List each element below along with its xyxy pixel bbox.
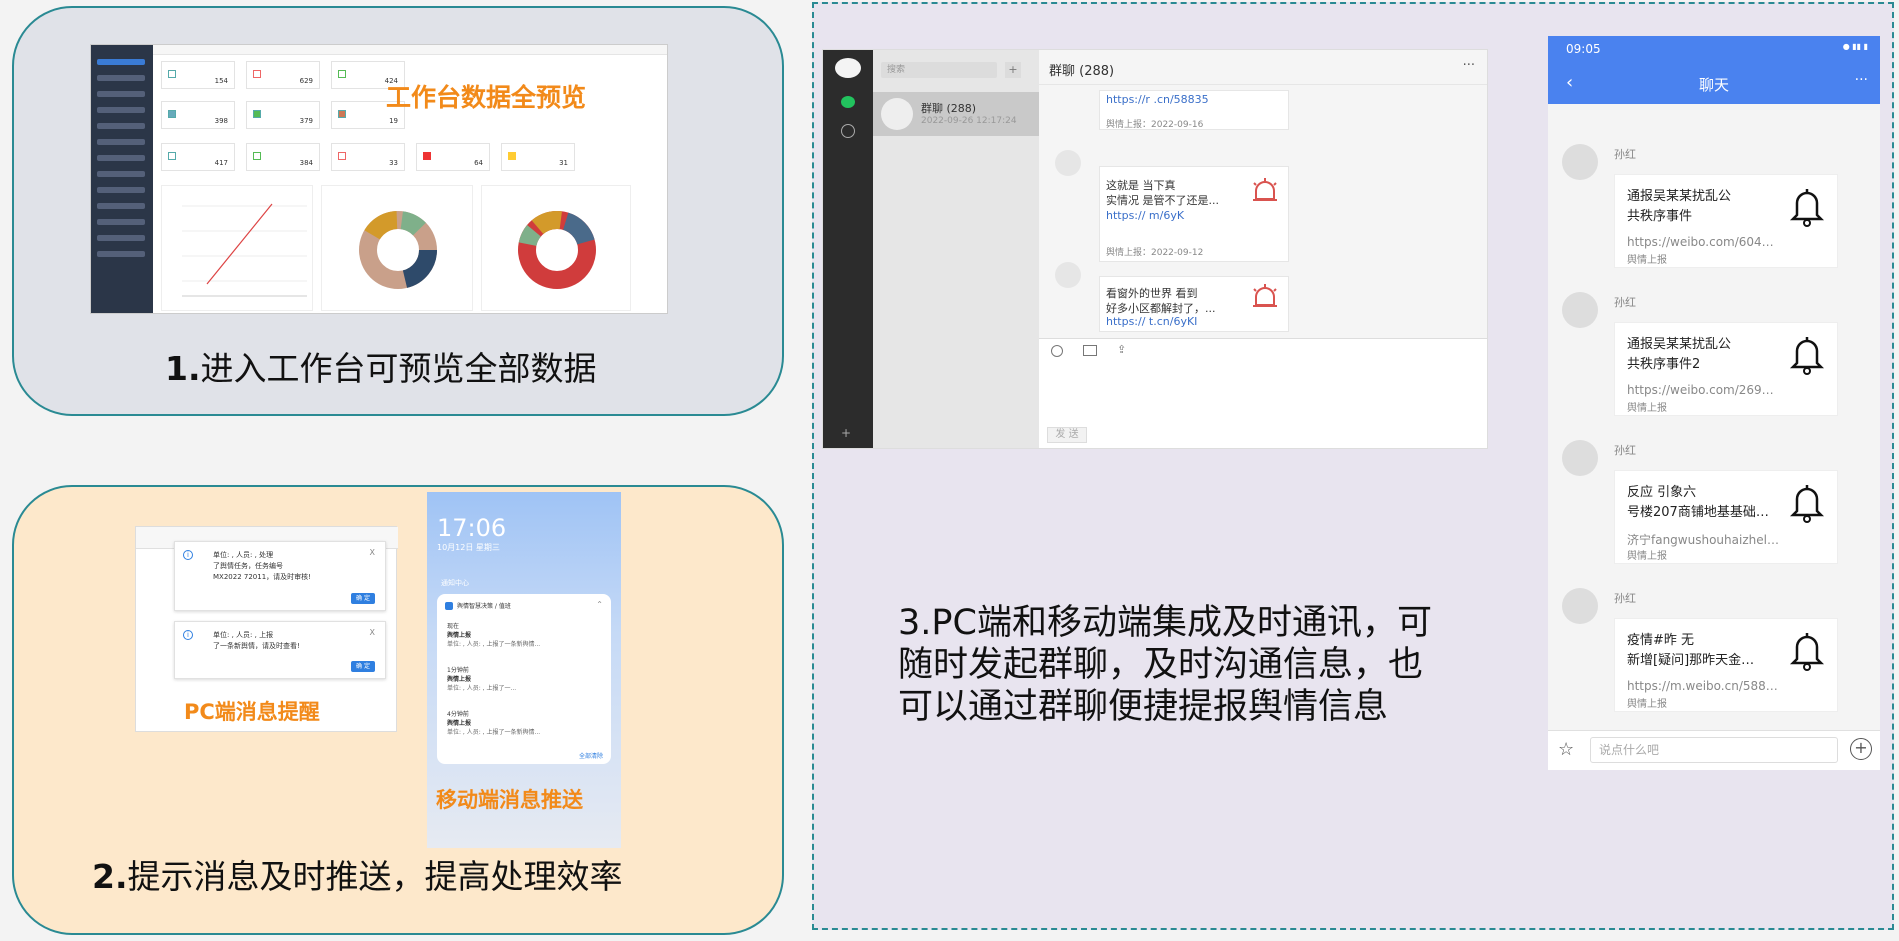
mobile-input-bar: ☆ 说点什么吧 +: [1548, 730, 1880, 770]
pc-label: PC端消息提醒: [184, 700, 320, 724]
bell-icon: [1789, 337, 1825, 375]
donut-chart-thumb: [321, 185, 473, 311]
mobile-chat-screenshot: 09:05 ● ▮▮ ▮ ‹ 聊天 ··· 孙红 通报吴某某扰乱公 共秩序事件 …: [1548, 36, 1880, 770]
contacts-icon[interactable]: [841, 124, 855, 138]
message-input-area[interactable]: ⇪ 发 送: [1039, 338, 1487, 448]
close-icon[interactable]: X: [370, 628, 375, 637]
mobile-label: 移动端消息推送: [436, 788, 583, 812]
plus-icon[interactable]: +: [1850, 738, 1872, 760]
mobile-notification-group[interactable]: 舆情智慧决策 / 值班 ⌃ 现在 舆情上报 单位: , 人员: , 上报了一条新…: [437, 594, 611, 764]
avatar: [881, 98, 913, 130]
avatar: [835, 58, 861, 78]
avatar: [1562, 440, 1598, 476]
info-icon: i: [183, 630, 193, 640]
pc-notification: i 单位: , 人员: , 上报 了一条新舆情，请及时查看! X 确 定: [174, 621, 386, 679]
chat-icon[interactable]: [841, 96, 855, 108]
clear-all-link[interactable]: 全部清除: [579, 751, 603, 760]
chevron-up-icon[interactable]: ⌃: [596, 600, 603, 609]
star-icon[interactable]: ☆: [1558, 739, 1574, 760]
confirm-button[interactable]: 确 定: [351, 661, 375, 672]
bell-icon: [1789, 189, 1825, 227]
avatar: [1562, 292, 1598, 328]
stat-value: 629: [299, 77, 313, 85]
alarm-icon: [1253, 284, 1277, 307]
chat-message[interactable]: 孙红 通报吴某某扰乱公 共秩序事件2 https://weibo.com/269…: [1548, 288, 1880, 428]
bell-icon: [1789, 633, 1825, 671]
plus-icon[interactable]: +: [841, 426, 851, 440]
chat-message[interactable]: 看窗外的世界 看到 好多小区都解封了，... https:// t.cn/6yK…: [1099, 276, 1289, 332]
chat-message[interactable]: 孙红 通报吴某某扰乱公 共秩序事件 https://weibo.com/604……: [1548, 140, 1880, 280]
status-icons: ● ▮▮ ▮: [1842, 42, 1868, 51]
chat-message[interactable]: 这就是 当下真 实情况 是管不了还是... https:// m/6yK 舆情上…: [1099, 166, 1289, 262]
pc-chat-screenshot: + 搜索 + 群聊 (288) 2022-09-26 12:17:24 群聊 (…: [822, 49, 1488, 449]
pc-chat-main: 群聊 (288) ··· https://r .cn/58835 舆情上报：20…: [1039, 50, 1487, 448]
send-button[interactable]: 发 送: [1047, 427, 1087, 443]
chat-list-item[interactable]: 群聊 (288) 2022-09-26 12:17:24: [873, 92, 1039, 136]
chat-title: 群聊 (288): [1049, 64, 1115, 79]
stat-value: 19: [389, 117, 398, 125]
more-icon[interactable]: ···: [1463, 58, 1475, 73]
stat-value: 398: [214, 117, 228, 125]
avatar: [1562, 588, 1598, 624]
close-icon[interactable]: X: [370, 548, 375, 557]
alarm-icon: [1253, 178, 1277, 201]
app-icon: [445, 602, 453, 610]
avatar: [1562, 144, 1598, 180]
line-chart-thumb: [161, 185, 313, 311]
stat-value: 64: [474, 159, 483, 167]
overlay-title: 工作台数据全预览: [386, 83, 587, 112]
image-icon[interactable]: [1083, 345, 1097, 356]
stat-value: 417: [214, 159, 228, 167]
panel3-caption: 3.PC端和移动端集成及时通讯，可 随时发起群聊，及时沟通信息，也 可以通过群聊…: [898, 603, 1432, 727]
mobile-header: 09:05 ● ▮▮ ▮ ‹ 聊天 ···: [1548, 36, 1880, 104]
dashboard-sidebar: [91, 45, 153, 313]
bell-icon: [1789, 485, 1825, 523]
pc-chat-list: 搜索 + 群聊 (288) 2022-09-26 12:17:24: [873, 50, 1039, 448]
stat-value: 31: [559, 159, 568, 167]
chat-message[interactable]: 孙红 疫情#昨 无 新增[疑问]那昨天金… https://m.weibo.cn…: [1548, 584, 1880, 724]
message-input[interactable]: 说点什么吧: [1590, 737, 1838, 763]
pc-notification: i 单位: , 人员: , 处理 了舆情任务，任务编号 MX2022 72011…: [174, 541, 386, 611]
donut-chart-thumb: [481, 185, 631, 311]
stat-value: 379: [299, 117, 313, 125]
avatar: [1055, 150, 1081, 176]
stat-value: 154: [214, 77, 228, 85]
stat-value: 33: [389, 159, 398, 167]
add-button[interactable]: +: [1005, 62, 1021, 78]
more-icon[interactable]: ···: [1855, 72, 1868, 88]
card2-caption: 2.提示消息及时推送，提高处理效率: [92, 857, 623, 896]
pc-chat-nav: +: [823, 50, 873, 448]
confirm-button[interactable]: 确 定: [351, 593, 375, 604]
emoji-icon[interactable]: [1051, 345, 1063, 357]
stat-value: 384: [299, 159, 313, 167]
chat-message[interactable]: 孙红 反应 引象六 号楼207商铺地基基础… 济宁fangwushouhaizh…: [1548, 436, 1880, 576]
info-icon: i: [183, 550, 193, 560]
upload-icon[interactable]: ⇪: [1117, 343, 1126, 356]
avatar: [1055, 262, 1081, 288]
card1-caption: 1.进入工作台可预览全部数据: [165, 349, 597, 388]
search-input[interactable]: 搜索: [881, 62, 997, 78]
chat-title: 聊天: [1698, 76, 1729, 94]
